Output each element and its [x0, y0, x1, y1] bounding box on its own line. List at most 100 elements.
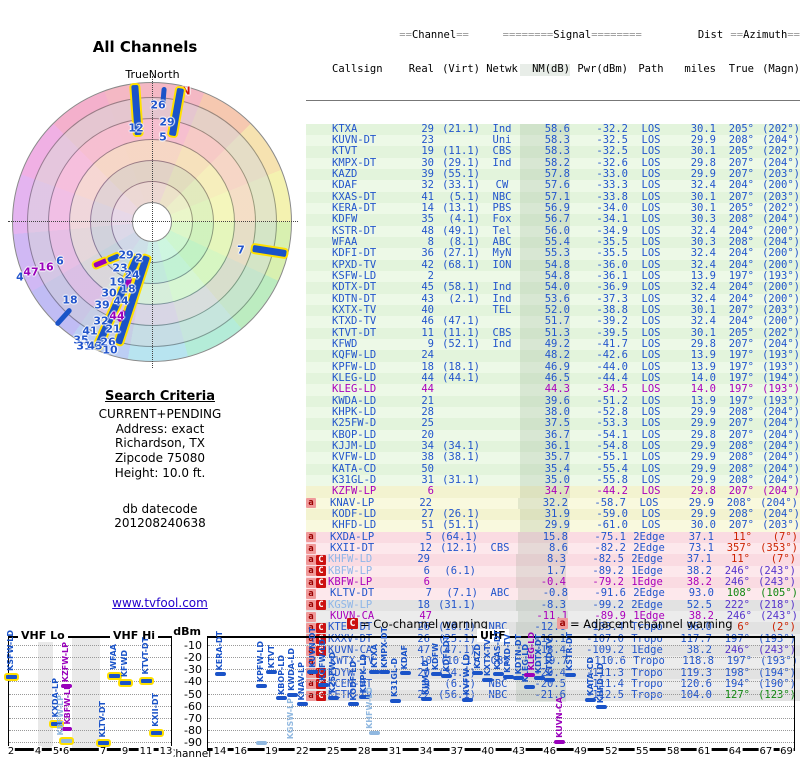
table-row: KQFW-LD 24 48.2 -42.6 LOS 13.9 197° (193°)	[306, 349, 800, 362]
dbm-gridline	[208, 742, 794, 743]
channel-tick-label: 13	[158, 746, 174, 757]
channel-tick-label: 52	[604, 746, 619, 757]
cell-virtual-channel: (31.1)	[442, 473, 480, 486]
cell-virtual-channel: (38.1)	[442, 451, 480, 464]
cell-azimuth-magnetic: (7°)	[770, 553, 796, 566]
cell-azimuth-magnetic: (193°)	[762, 349, 800, 362]
cell-distance-miles: 30.0	[690, 519, 716, 532]
search-criteria-line: Address: exact	[115, 421, 205, 436]
dist-group-header: Dist	[697, 28, 724, 41]
station-signal-marker	[564, 673, 576, 678]
cell-distance-miles: 29.8	[690, 485, 716, 498]
cell-nm-db: 29.9	[520, 519, 570, 532]
cell-azimuth-true: 197°	[728, 383, 754, 396]
radar-channel-label: 7	[237, 243, 245, 257]
station-callsign-label: KTVT-DT	[141, 637, 150, 675]
cell-real-channel: 36	[421, 247, 434, 260]
cell-power-dbm: -55.1	[596, 451, 628, 464]
channel-tick-label: 58	[665, 746, 681, 757]
station-callsign-label: KERA-DT	[215, 630, 224, 671]
co-channel-warning-badge: C	[316, 600, 326, 611]
dbm-tick-label: -90	[184, 736, 202, 749]
cell-callsign: KLEG-LD	[332, 383, 377, 396]
radar-crosshair-vertical	[152, 76, 153, 368]
station-signal-marker	[296, 702, 308, 707]
station-signal-marker	[276, 696, 288, 701]
station-signal-marker	[117, 679, 133, 688]
station-signal-marker	[327, 695, 339, 700]
cell-azimuth-magnetic: (105°)	[760, 587, 798, 600]
station-callsign-label: KGSW-LP	[286, 697, 296, 739]
channel-tick-label: 67	[758, 746, 774, 757]
channel-tick-label: 49	[573, 746, 588, 757]
cell-azimuth-magnetic: (204°)	[762, 451, 800, 464]
cell-azimuth-magnetic: (204°)	[762, 417, 800, 430]
table-row: KDTX-DT 45 (58.1) Ind 54.0 -36.9 LOS 32.4 204° (2…	[306, 281, 800, 294]
radar-channel-label: 39	[94, 298, 110, 312]
station-signal-marker	[3, 672, 19, 681]
station-signal-marker	[441, 673, 453, 678]
tvfool-link[interactable]: www.tvfool.com	[112, 596, 208, 610]
cell-path: LOS	[641, 485, 661, 498]
station-signal-marker	[461, 697, 473, 702]
cell-real-channel: 38	[421, 451, 434, 464]
radar-channel-label: 10	[102, 343, 118, 357]
cell-virtual-channel: (12.1)	[440, 541, 478, 554]
cell-network: Ind	[492, 281, 512, 294]
radar-channel-label: 44	[109, 309, 125, 323]
cell-path: LOS	[641, 349, 661, 362]
cell-nm-db: -0.8	[518, 587, 568, 600]
cell-distance-miles: 37.1	[686, 553, 712, 566]
channel-tick-label: 7	[98, 746, 108, 757]
table-row: KHFD-LD 51 (51.1) 29.9 -61.0 LOS 30.0 207° (203°…	[306, 519, 800, 532]
channel-tick-label: 6	[61, 746, 71, 757]
co-channel-warning-badge: C	[316, 622, 326, 633]
table-row: a KLTV-DT 7 (7.1) ABC -0.8 -91.6 2Edge 93.0 108° (…	[306, 587, 800, 600]
station-signal-marker	[255, 741, 267, 745]
table-row: KLEG-LD 44 44.3 -34.5 LOS 14.0 197° (193°)	[306, 383, 800, 396]
channel-tick-label: 19	[264, 746, 279, 757]
cell-path: LOS	[641, 281, 661, 294]
radar-channel-label: 29	[118, 248, 134, 262]
station-callsign-label: WFAA	[109, 644, 118, 670]
station-callsign-label: KXTX-TV	[482, 638, 492, 676]
dbm-gridline	[9, 742, 171, 743]
adjacent-warning-badge: a	[306, 577, 316, 588]
channel-tick-label: 69	[779, 746, 794, 757]
radar-title: All Channels	[92, 38, 198, 56]
header-separator	[306, 100, 800, 102]
station-callsign-label: KTXD-TV	[544, 638, 554, 677]
station-callsign-label: KDFW	[431, 643, 441, 671]
station-callsign-label: KODF-LD	[348, 660, 358, 701]
cell-distance-miles: 32.4	[690, 281, 716, 294]
station-signal-marker	[389, 698, 401, 703]
adjacent-warning-badge: a	[306, 554, 316, 565]
cell-path: LOS	[641, 451, 661, 464]
station-callsign-label: KAZD	[472, 644, 482, 669]
radar-channel-label: 4	[16, 270, 24, 284]
station-signal-marker	[492, 671, 504, 676]
table-header-groups: ==Channel== ========Signal======== Dist …	[306, 28, 800, 42]
cell-callsign: K25FW-D	[332, 417, 377, 430]
table-row: KDFI-DT 36 (27.1) MyN 55.3 -35.5 LOS 32.4 204° (2…	[306, 247, 800, 260]
station-callsign-label: KBOP-LD	[276, 654, 286, 695]
signal-group-header: ========Signal========	[502, 28, 642, 41]
cell-real-channel: 7	[425, 587, 432, 600]
station-callsign-label: KQFW-LD	[318, 638, 327, 681]
cell-path: LOS	[641, 247, 661, 260]
station-signal-marker	[369, 730, 380, 735]
cell-real-channel: 45	[421, 281, 434, 294]
dbm-tick-label: -10	[184, 639, 202, 652]
cell-azimuth-magnetic: (193°)	[762, 383, 800, 396]
cell-distance-miles: 93.0	[688, 587, 714, 600]
channel-tick-label: 11	[138, 746, 154, 757]
cell-real-channel: 46	[421, 315, 434, 328]
channel-tick-label: 4	[33, 746, 43, 757]
cell-power-dbm: -82.5	[592, 553, 624, 566]
station-signal-marker	[554, 739, 566, 744]
cell-azimuth-true: 207°	[728, 417, 754, 430]
radar-channel-label: 26	[150, 98, 166, 112]
tvfool-report-page: { "radar": { "title": "All Channels", "n…	[0, 0, 800, 768]
cell-network: CBS	[490, 541, 510, 554]
channel-tick-label: 22	[295, 746, 310, 757]
